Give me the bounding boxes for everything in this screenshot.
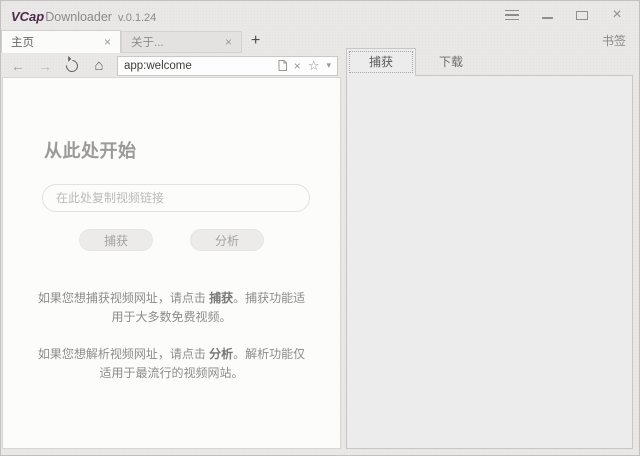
tab-download[interactable]: 下载: [416, 50, 486, 76]
clear-url-icon[interactable]: ×: [294, 59, 301, 73]
app-window: VCapDownloader v.0.1.24 × 书签 主页 × 关于...: [0, 0, 640, 456]
hamburger-icon: [505, 10, 519, 21]
tab-capture[interactable]: 捕获: [346, 48, 416, 76]
tab-home-label: 主页: [11, 34, 102, 50]
address-url[interactable]: app:welcome: [118, 60, 272, 72]
analyze-button[interactable]: 分析: [190, 229, 264, 251]
video-link-input[interactable]: [42, 184, 310, 212]
title-bar: VCapDownloader v.0.1.24 ×: [1, 1, 639, 29]
menu-icon[interactable]: [504, 7, 520, 23]
brand-name: VCap: [11, 9, 44, 24]
forward-button[interactable]: →: [36, 57, 54, 75]
capture-help-paragraph: 如果您想捕获视频网址，请点击 捕获。捕获功能适用于大多数免费视频。: [33, 289, 311, 327]
new-tab-button[interactable]: +: [251, 32, 260, 52]
back-icon: ←: [11, 58, 25, 74]
browser-tab-strip: 主页 × 关于... × +: [1, 31, 260, 53]
home-button[interactable]: ⌂: [90, 57, 108, 75]
back-button[interactable]: ←: [9, 57, 27, 75]
bookmark-star-icon[interactable]: ☆: [308, 58, 320, 74]
reading-list-icon[interactable]: [278, 60, 287, 71]
address-bar-icons: × ☆ ▾: [272, 58, 337, 74]
tab-close-icon[interactable]: ×: [102, 35, 113, 49]
analyze-help-paragraph: 如果您想解析视频网址，请点击 分析。解析功能仅适用于最流行的视频网站。: [33, 345, 311, 383]
tab-about-label: 关于...: [131, 34, 223, 50]
browser-toolbar: ← → ⌂ app:welcome × ☆ ▾: [1, 53, 342, 78]
app-logo: VCapDownloader v.0.1.24: [11, 8, 156, 26]
refresh-icon: [64, 57, 81, 74]
minimize-button[interactable]: [539, 7, 555, 23]
tab-close-icon[interactable]: ×: [223, 35, 234, 49]
tab-about[interactable]: 关于... ×: [121, 31, 242, 53]
minimize-icon: [542, 17, 553, 19]
capture-keyword: 捕获: [209, 291, 233, 305]
address-bar[interactable]: app:welcome × ☆ ▾: [117, 56, 338, 76]
page-title: 从此处开始: [44, 137, 340, 163]
dropdown-arrow-icon[interactable]: ▾: [326, 60, 331, 71]
refresh-button[interactable]: [63, 57, 81, 75]
window-controls: ×: [504, 7, 625, 23]
maximize-icon: [576, 11, 588, 20]
app-name: Downloader: [45, 10, 112, 24]
app-version: v.0.1.24: [118, 12, 156, 24]
side-tab-strip: 捕获 下载: [346, 48, 486, 76]
home-icon: ⌂: [94, 57, 103, 74]
close-icon: ×: [612, 7, 621, 23]
bookmarks-label[interactable]: 书签: [602, 32, 626, 49]
maximize-button[interactable]: [574, 7, 590, 23]
action-buttons: 捕获 分析: [3, 229, 340, 251]
analyze-keyword: 分析: [209, 347, 233, 361]
page-icon: [278, 60, 287, 71]
capture-list-panel: [346, 75, 633, 449]
capture-button[interactable]: 捕获: [79, 229, 153, 251]
tab-home[interactable]: 主页 ×: [1, 30, 121, 53]
forward-icon: →: [38, 58, 52, 74]
help-text: 如果您想捕获视频网址，请点击 捕获。捕获功能适用于大多数免费视频。 如果您想解析…: [33, 289, 311, 383]
close-button[interactable]: ×: [609, 7, 625, 23]
welcome-page: 从此处开始 捕获 分析 如果您想捕获视频网址，请点击 捕获。捕获功能适用于大多数…: [2, 77, 341, 449]
